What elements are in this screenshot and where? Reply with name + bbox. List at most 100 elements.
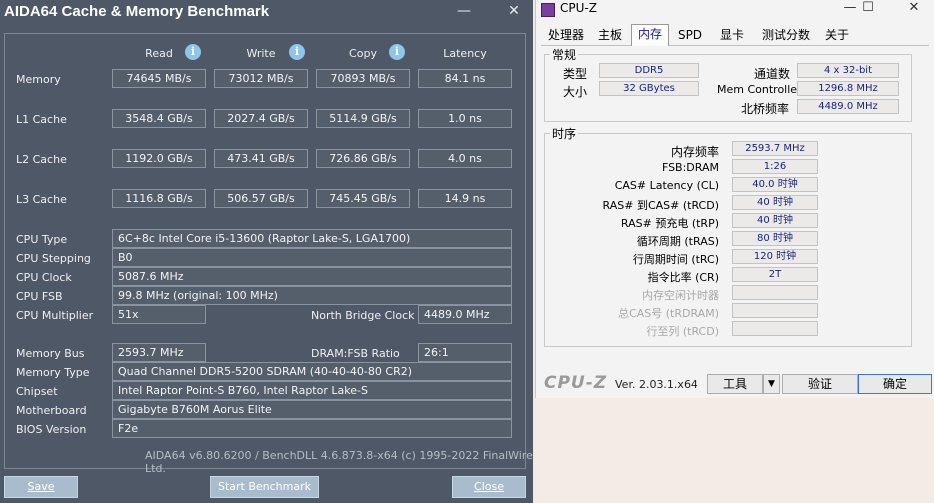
timing-value-cr: 2T: [732, 267, 818, 282]
dram-fsb-ratio-value: 26:1: [418, 343, 512, 362]
timing-label-dram-freq: 内存频率: [670, 145, 719, 159]
tab-cpu[interactable]: 处理器: [543, 26, 589, 44]
cpuz-logo: CPU-Z: [544, 373, 608, 393]
memory-bus-label: Memory Bus: [16, 347, 85, 360]
row-label-l1: L1 Cache: [16, 113, 67, 126]
northbridge-freq-value: 4489.0 MHz: [797, 99, 899, 114]
channels-label: 通道数: [754, 67, 791, 81]
tab-mainboard[interactable]: 主板: [594, 26, 626, 44]
window-title: AIDA64 Cache & Memory Benchmark: [4, 3, 270, 20]
timing-label-row-to-col: 行至列 (tRCD): [646, 325, 719, 338]
l1-copy: 5114.9 GB/s: [316, 109, 410, 128]
window-title: CPU-Z: [560, 1, 597, 15]
desktop-background: [535, 398, 934, 503]
cpu-clock-label: CPU Clock: [16, 271, 72, 284]
read-info-icon[interactable]: i: [185, 44, 201, 60]
mem-controller-label: Mem Controller: [717, 83, 802, 96]
cpu-stepping-value: B0: [112, 248, 512, 267]
column-latency: Latency: [443, 47, 487, 60]
l2-copy: 726.86 GB/s: [316, 149, 410, 168]
cpuz-app-icon: [541, 3, 555, 17]
tab-bench[interactable]: 测试分数: [758, 26, 814, 44]
north-bridge-clock-label: North Bridge Clock: [311, 309, 415, 322]
l1-latency: 1.0 ns: [418, 109, 512, 128]
l3-copy: 745.45 GB/s: [316, 189, 410, 208]
timing-label-trp: RAS# 预充电 (tRP): [620, 217, 719, 230]
type-label: 类型: [563, 67, 588, 81]
aida64-window: AIDA64 Cache & Memory Benchmark — ✕ Read…: [0, 0, 533, 503]
tab-memory[interactable]: 内存: [631, 24, 669, 46]
north-bridge-clock-value: 4489.0 MHz: [418, 305, 512, 324]
row-label-memory: Memory: [16, 73, 61, 86]
cpu-type-value: 6C+8c Intel Core i5-13600 (Raptor Lake-S…: [112, 229, 512, 248]
l1-write: 2027.4 GB/s: [214, 109, 308, 128]
type-value: DDR5: [599, 63, 699, 78]
maximize-button[interactable]: ☐: [852, 0, 884, 18]
timing-value-trdram: [732, 303, 818, 318]
motherboard-label: Motherboard: [16, 404, 87, 417]
validate-button[interactable]: 验证: [782, 374, 858, 394]
tools-button[interactable]: 工具: [707, 374, 763, 394]
start-benchmark-button[interactable]: Start Benchmark: [210, 476, 319, 498]
memory-bus-value: 2593.7 MHz: [112, 343, 206, 362]
l3-latency: 14.9 ns: [418, 189, 512, 208]
general-group-title: 常规: [550, 46, 579, 63]
memory-copy: 70893 MB/s: [316, 69, 410, 88]
memory-write: 73012 MB/s: [214, 69, 308, 88]
northbridge-freq-label: 北桥频率: [741, 102, 790, 116]
save-button[interactable]: Save: [4, 476, 78, 498]
timing-label-cr: 指令比率 (CR): [647, 271, 719, 284]
tab-about[interactable]: 关于: [821, 26, 853, 44]
l1-read: 3548.4 GB/s: [112, 109, 206, 128]
cpu-fsb-value: 99.8 MHz (original: 100 MHz): [112, 286, 512, 305]
l2-read: 1192.0 GB/s: [112, 149, 206, 168]
tab-spd[interactable]: SPD: [673, 26, 707, 44]
timings-group-title: 时序: [550, 125, 579, 142]
close-window-button[interactable]: ✕: [500, 0, 528, 24]
cpu-multiplier-value: 51x: [112, 305, 206, 324]
row-label-l2: L2 Cache: [16, 153, 67, 166]
bios-version-label: BIOS Version: [16, 423, 87, 436]
chipset-value: Intel Raptor Point-S B760, Intel Raptor …: [112, 381, 512, 400]
timing-label-tras: 循环周期 (tRAS): [636, 235, 719, 248]
timing-value-idle-timer: [732, 285, 818, 300]
timing-value-trcd: 40 时钟: [732, 195, 818, 210]
timing-value-dram-freq: 2593.7 MHz: [732, 141, 818, 156]
timing-value-fsb-dram: 1:26: [732, 159, 818, 174]
chipset-label: Chipset: [16, 385, 58, 398]
timing-label-idle-timer: 内存空闲计时器: [642, 289, 719, 302]
l2-latency: 4.0 ns: [418, 149, 512, 168]
memory-latency: 84.1 ns: [418, 69, 512, 88]
timing-value-row-to-col: [732, 321, 818, 336]
dram-fsb-ratio-label: DRAM:FSB Ratio: [311, 347, 400, 360]
timing-label-fsb-dram: FSB:DRAM: [661, 161, 719, 174]
channels-value: 4 x 32-bit: [797, 63, 899, 78]
row-label-l3: L3 Cache: [16, 193, 67, 206]
l3-read: 1116.8 GB/s: [112, 189, 206, 208]
motherboard-value: Gigabyte B760M Aorus Elite: [112, 400, 512, 419]
close-window-button[interactable]: ✕: [898, 0, 930, 18]
size-label: 大小: [563, 85, 588, 99]
memory-read: 74645 MB/s: [112, 69, 206, 88]
tab-graphics[interactable]: 显卡: [716, 26, 748, 44]
timing-label-trc: 行周期时间 (tRC): [632, 253, 719, 266]
write-info-icon[interactable]: i: [289, 44, 305, 60]
mem-controller-value: 1296.8 MHz: [797, 81, 899, 96]
cpu-clock-value: 5087.6 MHz: [112, 267, 512, 286]
timing-label-trdram: 总CAS号 (tRDRAM): [618, 307, 719, 320]
ok-button[interactable]: 确定: [858, 374, 932, 394]
copy-info-icon[interactable]: i: [389, 44, 405, 60]
timing-value-tras: 80 时钟: [732, 231, 818, 246]
cpu-type-label: CPU Type: [16, 233, 68, 246]
timing-label-cl: CAS# Latency (CL): [614, 179, 719, 192]
timing-value-trp: 40 时钟: [732, 213, 818, 228]
cpu-fsb-label: CPU FSB: [16, 290, 63, 303]
close-button[interactable]: Close: [452, 476, 526, 498]
cpu-multiplier-label: CPU Multiplier: [16, 309, 94, 322]
l3-write: 506.57 GB/s: [214, 189, 308, 208]
minimize-button[interactable]: —: [450, 0, 478, 24]
timing-value-trc: 120 时钟: [732, 249, 818, 264]
tools-dropdown-icon[interactable]: ▼: [763, 374, 780, 394]
memory-type-value: Quad Channel DDR5-5200 SDRAM (40-40-40-8…: [112, 362, 512, 381]
timing-value-cl: 40.0 时钟: [732, 177, 818, 192]
